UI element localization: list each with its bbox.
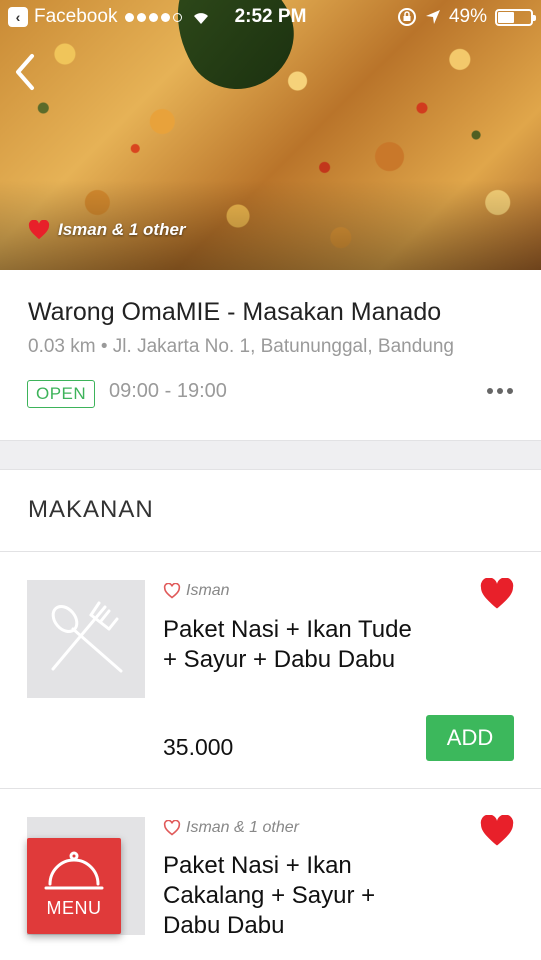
item-likers[interactable]: Isman [163,582,230,600]
signal-icon [125,12,183,22]
back-button[interactable] [10,52,42,92]
item-likers[interactable]: Isman & 1 other [163,819,299,837]
menu-fab-button[interactable]: MENU [27,838,121,934]
section-spacer [0,440,541,470]
item-price: 35.000 [163,734,234,760]
restaurant-name: Warong OmaMIE - Masakan Manado [28,298,442,326]
restaurant-info: Warong OmaMIE - Masakan Manado 0.03 km •… [0,270,541,440]
favorite-button[interactable] [479,577,515,610]
hero-likes[interactable]: Isman & 1 other [28,220,186,240]
item-name-line: Paket Nasi + Ikan Tude [163,616,412,643]
opening-hours: 09:00 - 19:00 [109,380,227,402]
item-name: Paket Nasi + Ikan Tude + Sayur + Dabu Da… [163,615,453,675]
status-back-icon[interactable]: ‹ [8,7,28,27]
heart-icon [480,577,514,609]
status-back-app[interactable]: Facebook [34,6,117,28]
fork-spoon-icon [51,601,123,673]
location-icon [425,10,440,24]
lock-rotation-icon [397,8,416,26]
battery-fill [498,11,514,23]
more-dots-icon [487,388,493,394]
item-name-line: Paket Nasi + Ikan [163,852,352,879]
chevron-left-icon [16,54,34,90]
open-status-badge: OPEN [27,380,96,408]
restaurant-address: 0.03 km • Jl. Jakarta No. 1, Batununggal… [28,336,454,357]
item-thumbnail [27,580,145,698]
heart-outline-icon [163,820,181,836]
item-name-line: + Sayur + Dabu Dabu [163,646,396,673]
more-options-button[interactable] [487,388,513,394]
cloche-icon [44,851,104,890]
menu-fab-label: MENU [46,898,102,918]
heart-icon [28,220,50,240]
heart-outline-icon [163,583,181,599]
menu-item[interactable]: Isman Paket Nasi + Ikan Tude + Sayur + D… [0,552,541,788]
item-name-line: Cakalang + Sayur + [163,882,376,909]
add-to-cart-button[interactable]: ADD [426,715,514,761]
heart-icon [480,814,514,846]
battery-icon [495,8,536,26]
wifi-icon [194,13,209,24]
favorite-button[interactable] [479,814,515,847]
section-title: MAKANAN [28,496,154,523]
item-name-line: Dabu Dabu [163,912,285,939]
item-likers-text: Isman & 1 other [186,819,299,836]
item-likers-text: Isman [186,582,230,599]
hero-image: ‹ Facebook 2:52 PM 49% Isman & 1 other [0,0,541,270]
item-name: Paket Nasi + Ikan Cakalang + Sayur + Dab… [163,851,453,941]
battery-percent: 49% [448,6,487,27]
status-bar: ‹ Facebook 2:52 PM 49% [0,0,541,34]
hero-likes-text: Isman & 1 other [58,220,186,239]
